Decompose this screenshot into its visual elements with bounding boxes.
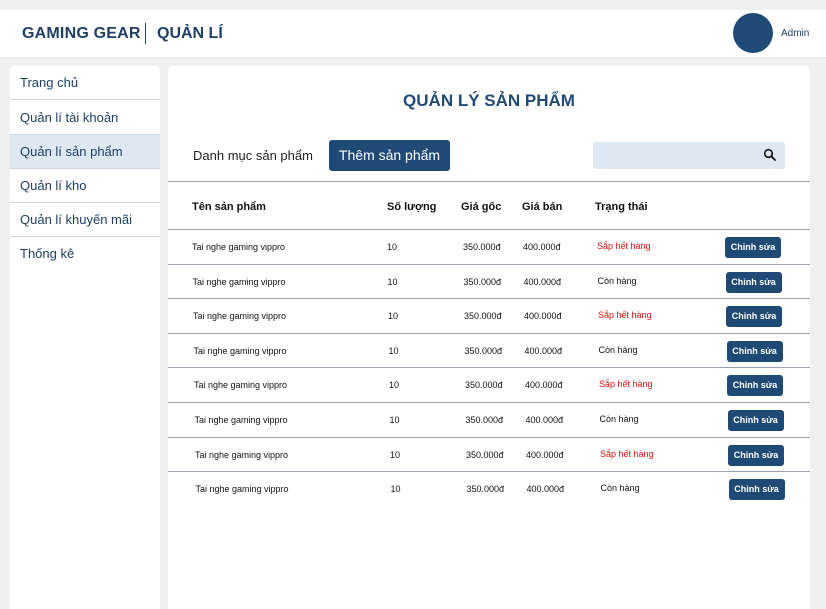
product-name: Tai nghe gaming vippro <box>195 484 289 495</box>
section-title: QUẢN LÍ <box>157 25 223 42</box>
sidebar-item-home[interactable]: Trang chủ <box>10 66 160 100</box>
product-cost: 350.000đ <box>464 311 502 322</box>
avatar[interactable] <box>733 13 773 53</box>
product-quantity: 10 <box>389 415 400 425</box>
sidebar-item-inventory[interactable]: Quản lí kho <box>10 169 160 203</box>
status-badge: Còn hàng <box>600 483 640 494</box>
search-icon[interactable] <box>763 148 777 162</box>
product-quantity: 10 <box>390 484 401 495</box>
product-cost: 350.000đ <box>466 449 504 460</box>
main-panel: QUẢN LÝ SẢN PHẨM Danh mục sản phẩm Thêm … <box>168 66 810 609</box>
edit-button[interactable]: Chỉnh sửa <box>725 237 781 258</box>
status-badge: Sắp hết hàng <box>598 310 652 321</box>
edit-button[interactable]: Chỉnh sửa <box>727 410 784 431</box>
table-row[interactable]: Tai nghe gaming vippro 10 350.000đ 400.000đ… <box>168 403 810 437</box>
product-price: 400.000đ <box>524 345 563 356</box>
product-name: Tai nghe gaming vippro <box>193 311 287 322</box>
sidebar: Trang chủ Quản lí tài khoản Quản lí sản … <box>10 66 160 609</box>
header-divider <box>145 23 146 44</box>
product-cost: 350.000đ <box>463 242 501 252</box>
product-price: 400.000đ <box>525 380 563 391</box>
status-badge: Còn hàng <box>597 275 637 286</box>
table-row[interactable]: Tai nghe gaming vippro 10 350.000đ 400.000đ… <box>168 265 810 299</box>
product-quantity: 10 <box>388 345 399 356</box>
search-input[interactable] <box>593 142 785 169</box>
page-title: QUẢN LÝ SẢN PHẨM <box>403 91 575 110</box>
product-name: Tai nghe gaming vippro <box>194 380 288 391</box>
column-header-status: Trạng thái <box>595 201 648 213</box>
product-cost: 350.000đ <box>464 345 503 356</box>
edit-button[interactable]: Chỉnh sửa <box>725 271 782 293</box>
product-price: 400.000đ <box>524 311 562 322</box>
edit-button[interactable]: Chỉnh sửa <box>728 444 784 466</box>
table-top-divider <box>168 181 810 182</box>
product-cost: 350.000đ <box>466 484 505 495</box>
product-cost: 350.000đ <box>465 415 504 425</box>
status-badge: Còn hàng <box>598 344 638 355</box>
status-badge: Còn hàng <box>599 414 639 424</box>
edit-button[interactable]: Chỉnh sửa <box>726 306 782 328</box>
sidebar-item-products[interactable]: Quản lí sản phẩm <box>10 135 160 169</box>
table-row[interactable]: Tai nghe gaming vippro 10 350.000đ 400.000đ… <box>168 299 810 333</box>
edit-button[interactable]: Chỉnh sửa <box>727 375 783 397</box>
user-name[interactable]: Admin <box>781 28 809 39</box>
edit-button[interactable]: Chỉnh sửa <box>726 340 783 362</box>
sidebar-item-promotions[interactable]: Quản lí khuyến mãi <box>10 203 160 237</box>
table-row[interactable]: Tai nghe gaming vippro 10 350.000đ 400.000đ… <box>168 472 810 506</box>
product-name: Tai nghe gaming vippro <box>194 415 288 425</box>
category-label[interactable]: Danh mục sản phẩm <box>193 148 313 163</box>
top-bar: GAMING GEAR QUẢN LÍ Admin <box>0 10 826 57</box>
table-row[interactable]: Tai nghe gaming vippro 10 350.000đ 400.000đ… <box>168 438 810 472</box>
product-quantity: 10 <box>387 276 398 287</box>
sidebar-item-statistics[interactable]: Thống kê <box>10 237 160 271</box>
product-price: 400.000đ <box>526 449 564 460</box>
product-name: Tai nghe gaming vippro <box>192 276 286 287</box>
product-price: 400.000đ <box>523 276 562 287</box>
product-price: 400.000đ <box>523 242 561 252</box>
product-cost: 350.000đ <box>465 380 503 391</box>
product-price: 400.000đ <box>525 415 564 425</box>
add-product-button[interactable]: Thêm sản phẩm <box>329 140 450 171</box>
product-quantity: 10 <box>389 380 400 391</box>
product-cost: 350.000đ <box>463 276 502 287</box>
status-badge: Sắp hết hàng <box>600 448 654 459</box>
column-header-cost: Giá gốc <box>461 201 502 213</box>
column-header-name: Tên sản phẩm <box>192 201 266 213</box>
brand-logo[interactable]: GAMING GEAR <box>22 25 141 43</box>
product-quantity: 10 <box>390 449 401 460</box>
status-badge: Sắp hết hàng <box>597 241 651 251</box>
sidebar-item-accounts[interactable]: Quản lí tài khoản <box>10 101 160 135</box>
product-quantity: 10 <box>388 311 399 322</box>
table-row[interactable]: Tai nghe gaming vippro 10 350.000đ 400.000đ… <box>168 230 810 264</box>
product-name: Tai nghe gaming vippro <box>192 242 286 252</box>
column-header-price: Giá bán <box>522 201 563 213</box>
product-quantity: 10 <box>387 242 398 252</box>
edit-button[interactable]: Chỉnh sửa <box>728 479 785 501</box>
product-price: 400.000đ <box>526 484 565 495</box>
product-name: Tai nghe gaming vippro <box>193 345 287 356</box>
column-header-quantity: Số lượng <box>387 201 437 213</box>
product-name: Tai nghe gaming vippro <box>195 449 289 460</box>
status-badge: Sắp hết hàng <box>599 379 653 390</box>
table-row[interactable]: Tai nghe gaming vippro 10 350.000đ 400.000đ… <box>168 334 810 368</box>
table-row[interactable]: Tai nghe gaming vippro 10 350.000đ 400.000đ… <box>168 368 810 402</box>
